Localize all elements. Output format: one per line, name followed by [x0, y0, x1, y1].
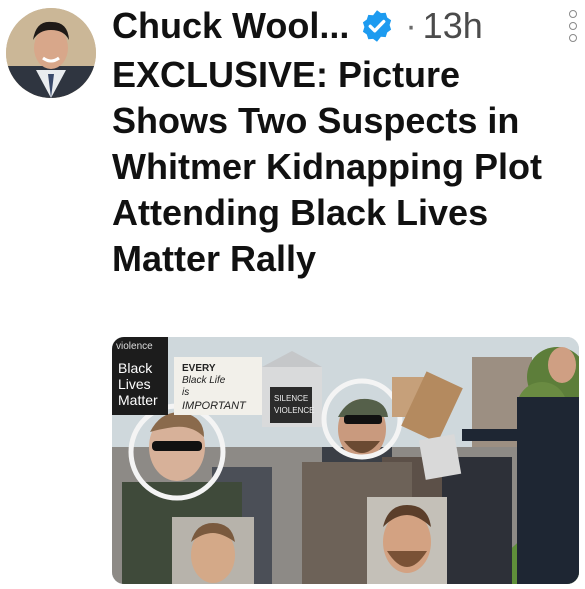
- post-photo[interactable]: violence Black Lives Matter EVERY Black …: [112, 337, 579, 584]
- sign-black: Black: [118, 360, 153, 376]
- sign-matter: Matter: [118, 392, 158, 408]
- sign-violence: violence: [116, 341, 153, 352]
- post-headline[interactable]: EXCLUSIVE: Picture Shows Two Suspects in…: [112, 52, 582, 282]
- author-name[interactable]: Chuck Wool...: [112, 5, 349, 47]
- sign-is: is: [182, 387, 189, 398]
- verified-badge-icon: [359, 8, 395, 44]
- sign-violence-2: VIOLENCE: [274, 406, 314, 415]
- post-header: Chuck Wool... · 13h: [112, 4, 567, 48]
- sign-black-life: Black Life: [182, 375, 226, 386]
- more-options-icon[interactable]: [569, 10, 579, 42]
- sign-important: IMPORTANT: [182, 400, 247, 412]
- separator-dot: ·: [405, 6, 417, 45]
- sign-lives: Lives: [118, 376, 151, 392]
- sign-silence: SILENCE: [274, 394, 308, 403]
- post-time[interactable]: 13h: [423, 5, 483, 47]
- avatar[interactable]: [6, 8, 96, 98]
- sign-every: EVERY: [182, 363, 216, 374]
